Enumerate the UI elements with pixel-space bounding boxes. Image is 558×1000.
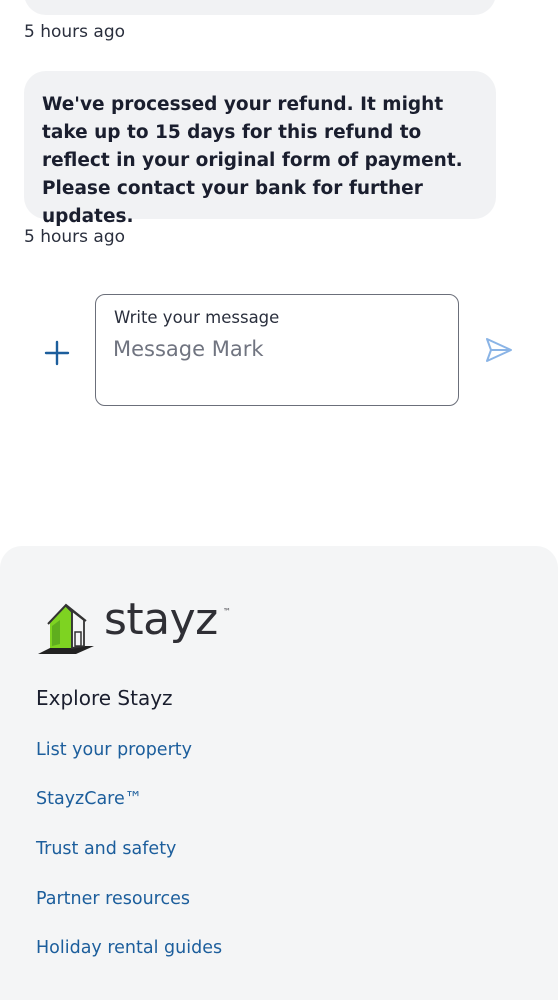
house-logo-icon — [38, 603, 94, 654]
previous-message-bubble — [24, 0, 496, 15]
message-text: We've processed your refund. It might ta… — [42, 94, 463, 227]
footer-link-list-property[interactable]: List your property — [36, 740, 192, 760]
footer-section-title: Explore Stayz — [36, 686, 173, 710]
message-bubble: We've processed your refund. It might ta… — [24, 71, 496, 227]
logo-wordmark: stayz — [104, 594, 218, 645]
footer-link-holiday-guides[interactable]: Holiday rental guides — [36, 938, 222, 958]
site-footer: stayz ™ Explore Stayz List your property… — [0, 546, 558, 1000]
message-timestamp: 5 hours ago — [24, 22, 126, 42]
message-timestamp: 5 hours ago — [24, 227, 126, 247]
footer-link-partner-resources[interactable]: Partner resources — [36, 889, 190, 909]
add-attachment-button[interactable] — [40, 336, 74, 370]
message-input[interactable] — [113, 333, 433, 365]
chat-page: 5 hours ago We've processed your refund.… — [0, 0, 558, 1000]
footer-link-trust-safety[interactable]: Trust and safety — [36, 839, 176, 859]
message-composer[interactable]: Write your message — [95, 294, 459, 406]
send-button[interactable] — [484, 336, 514, 364]
logo-trademark: ™ — [223, 607, 231, 616]
message-field-label: Write your message — [114, 308, 280, 327]
plus-icon — [44, 340, 70, 366]
footer-link-stayzcare[interactable]: StayzCare™ — [36, 789, 142, 809]
stayz-logo[interactable]: stayz ™ — [36, 594, 236, 658]
send-icon — [486, 338, 512, 362]
